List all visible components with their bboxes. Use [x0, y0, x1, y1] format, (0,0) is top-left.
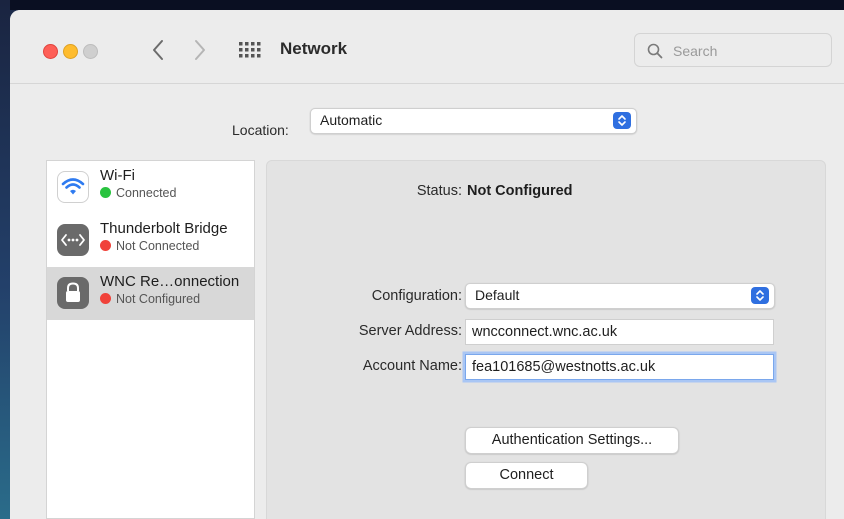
desktop-top-edge	[0, 0, 844, 10]
search-field[interactable]	[634, 33, 832, 67]
service-name: Wi-Fi	[100, 167, 135, 184]
location-value: Automatic	[320, 112, 383, 128]
network-preferences-window: Network Location: Automatic	[10, 10, 844, 519]
configuration-value: Default	[475, 287, 520, 303]
server-address-label: Server Address:	[358, 323, 462, 339]
popup-stepper-icon	[613, 112, 631, 129]
title-bar: Network	[10, 10, 844, 84]
show-all-grid-icon[interactable]	[238, 41, 264, 59]
popup-stepper-icon	[751, 287, 769, 304]
account-name-label: Account Name:	[362, 358, 462, 374]
account-name-field[interactable]	[465, 354, 774, 380]
desktop-left-edge	[0, 0, 10, 519]
wifi-icon	[57, 171, 89, 203]
status-dot-green	[100, 187, 111, 198]
status-dot-red	[100, 293, 111, 304]
service-wifi[interactable]: Wi-Fi Connected	[47, 161, 254, 214]
service-wnc-vpn[interactable]: WNC Re…onnection Not Configured	[47, 267, 254, 320]
service-name: Thunderbolt Bridge	[100, 220, 228, 237]
back-button[interactable]	[147, 34, 169, 66]
connect-button[interactable]: Connect	[465, 462, 588, 489]
status-label: Status:	[416, 183, 462, 199]
service-name: WNC Re…onnection	[100, 273, 240, 290]
location-label: Location:	[232, 122, 289, 138]
lock-icon	[57, 277, 89, 309]
service-thunderbolt-bridge[interactable]: Thunderbolt Bridge Not Connected	[47, 214, 254, 267]
minimize-button[interactable]	[63, 44, 78, 59]
server-address-field[interactable]	[465, 319, 774, 345]
service-list: Wi-Fi Connected Thunderbolt Bridge Not C…	[46, 160, 255, 519]
search-icon	[647, 43, 663, 59]
authentication-settings-button[interactable]: Authentication Settings...	[465, 427, 679, 454]
configuration-label: Configuration:	[371, 288, 462, 304]
status-value: Not Configured	[467, 183, 573, 199]
thunderbolt-bridge-icon	[57, 224, 89, 256]
status-dot-red	[100, 240, 111, 251]
chevron-left-icon	[153, 40, 163, 60]
service-status: Connected	[100, 186, 176, 200]
configuration-popup[interactable]: Default	[465, 283, 775, 309]
service-status: Not Configured	[100, 292, 200, 306]
close-button[interactable]	[43, 44, 58, 59]
service-status: Not Connected	[100, 239, 199, 253]
zoom-button[interactable]	[83, 44, 98, 59]
location-popup[interactable]: Automatic	[310, 108, 637, 134]
chevron-right-icon	[195, 40, 205, 60]
window-title: Network	[280, 39, 348, 58]
search-input[interactable]	[671, 40, 825, 62]
forward-button[interactable]	[189, 34, 211, 66]
